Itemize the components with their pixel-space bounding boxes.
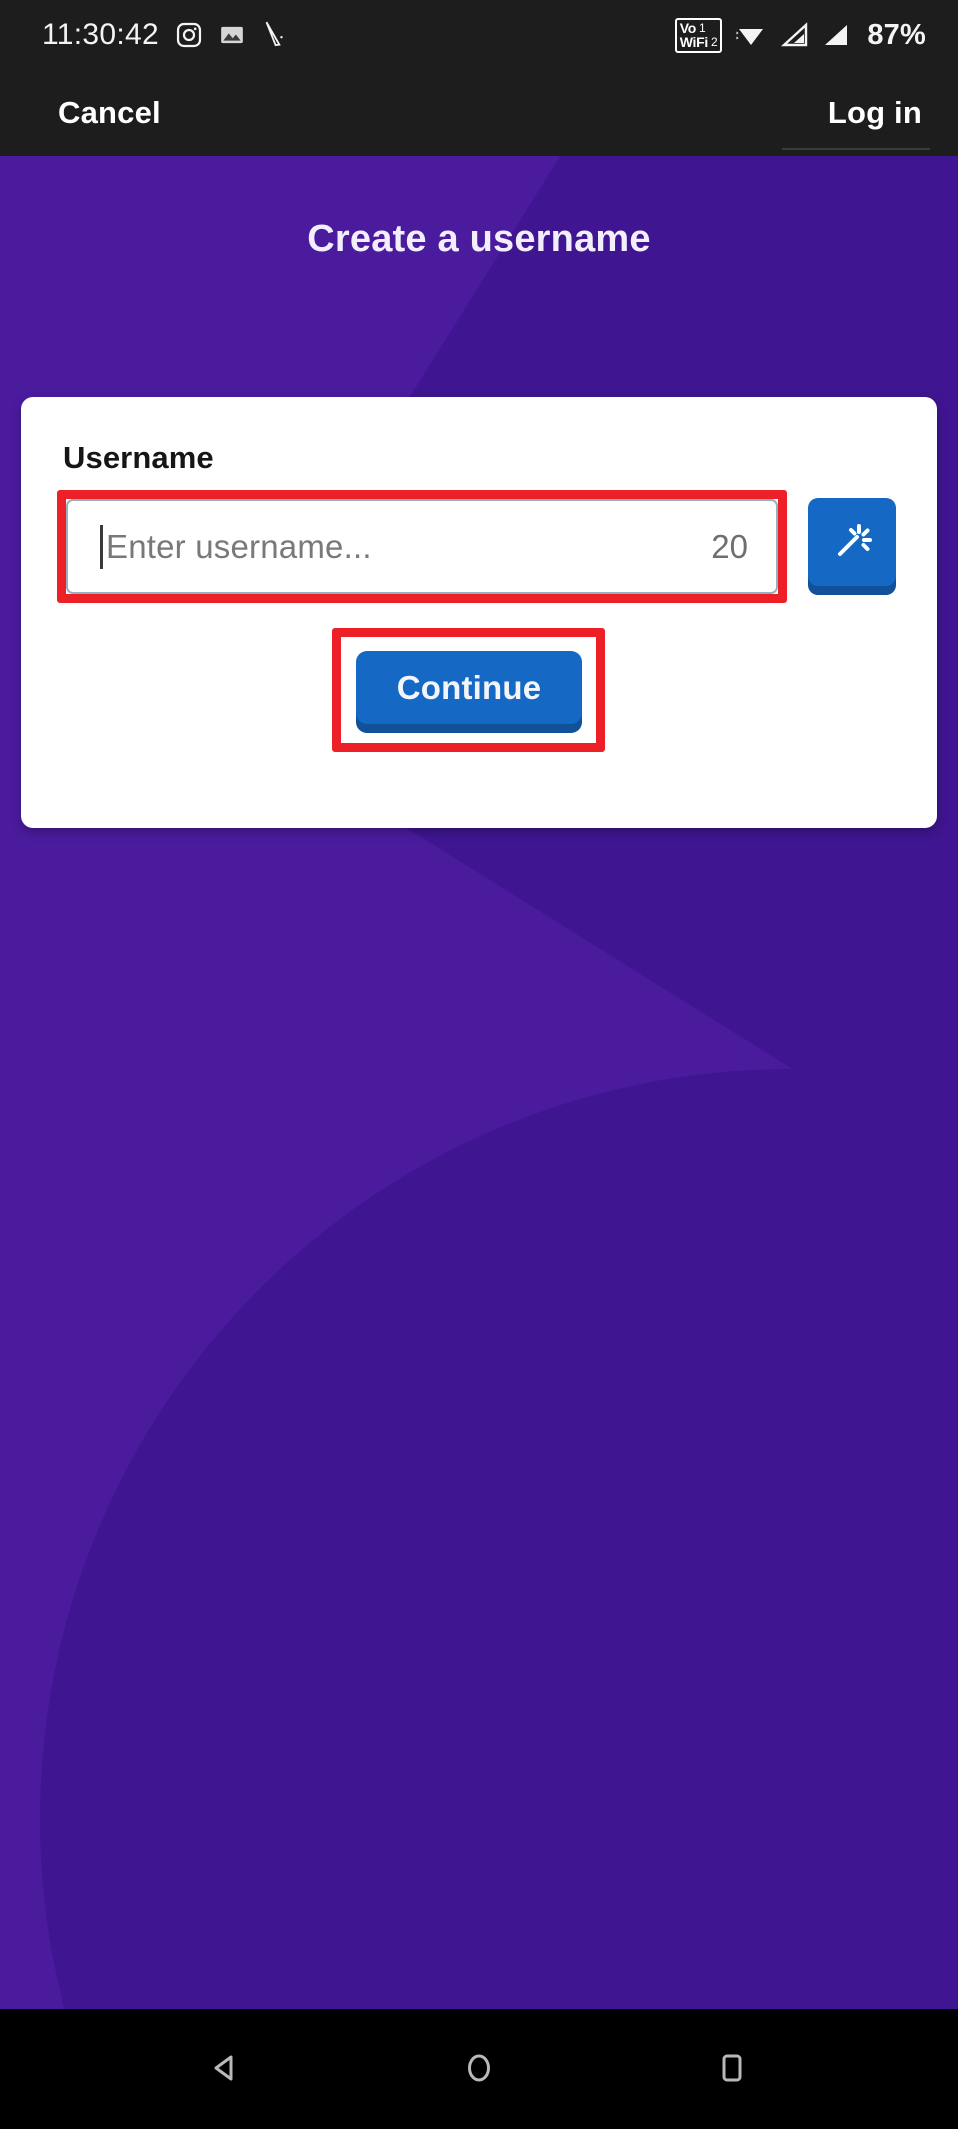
vowifi-sim2: 2: [710, 34, 718, 49]
magic-wand-icon: [829, 518, 875, 567]
page-body: Create a username Username Enter usernam…: [0, 156, 958, 2009]
vowifi-badge-icon: Vo 1 WiFi 2: [674, 17, 723, 53]
input-underline: [66, 594, 778, 597]
home-button[interactable]: [444, 2034, 514, 2104]
android-nav-bar: [0, 2009, 958, 2129]
instagram-icon: [175, 21, 203, 49]
pen-icon: [261, 20, 287, 50]
background-shape-bottom: [40, 1069, 958, 2009]
vowifi-line1: Vo: [679, 19, 697, 36]
login-button[interactable]: Log in: [828, 95, 922, 131]
continue-button-area: Continue: [332, 628, 605, 752]
page-title: Create a username: [307, 218, 651, 260]
status-bar-right: Vo 1 WiFi 2 87%: [674, 17, 926, 53]
status-clock: 11:30:42: [42, 18, 159, 51]
vowifi-line2: WiFi: [679, 33, 709, 50]
vowifi-sim1: 1: [699, 20, 706, 35]
username-input[interactable]: Enter username... 20: [66, 499, 778, 594]
wifi-icon: [733, 20, 769, 50]
char-count: 20: [711, 527, 748, 565]
home-icon: [459, 2048, 499, 2091]
header-underline: [782, 148, 930, 150]
back-icon: [206, 2048, 246, 2091]
username-placeholder: Enter username...: [106, 527, 372, 565]
battery-percent: 87%: [867, 18, 926, 51]
username-label: Username: [63, 440, 214, 475]
status-bar-left: 11:30:42: [42, 20, 287, 50]
signal-sim2-icon: [821, 20, 851, 50]
signal-sim1-icon: [780, 20, 810, 50]
recents-icon: [712, 2048, 752, 2091]
app-header: Cancel Log in: [0, 70, 958, 156]
phone-screen: 11:30:42 Vo 1 WiFi 2 87% Cancel Log in C…: [0, 0, 958, 2129]
cancel-button[interactable]: Cancel: [58, 95, 161, 131]
username-card: Username Enter username... 20 Continue: [21, 397, 937, 828]
gallery-icon: [219, 22, 245, 48]
back-button[interactable]: [191, 2034, 261, 2104]
status-bar: 11:30:42 Vo 1 WiFi 2 87%: [0, 0, 958, 70]
continue-button[interactable]: Continue: [356, 651, 582, 733]
recents-button[interactable]: [697, 2034, 767, 2104]
username-input-row: Enter username... 20: [57, 490, 901, 603]
magic-wand-button[interactable]: [808, 498, 896, 595]
